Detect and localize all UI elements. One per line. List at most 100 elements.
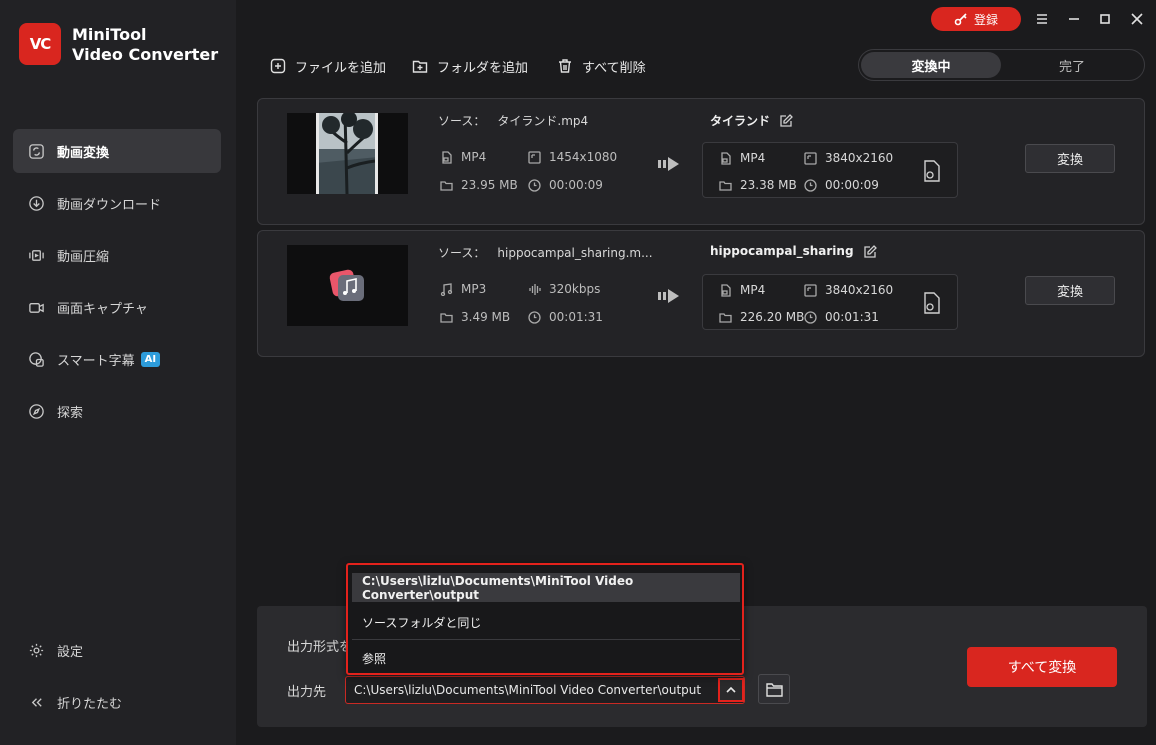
output-resolution-value: 3840x2160	[825, 283, 894, 297]
source-duration: 00:00:09	[528, 178, 603, 192]
register-button[interactable]: 登録	[931, 7, 1021, 31]
open-folder-button[interactable]	[758, 674, 790, 704]
dropdown-option-browse[interactable]: 参照	[352, 644, 740, 673]
download-icon	[27, 194, 45, 212]
app-name: MiniTool Video Converter	[72, 25, 218, 65]
folder-icon	[440, 312, 453, 323]
add-file-label: ファイルを追加	[295, 60, 387, 76]
add-folder-label: フォルダを追加	[437, 60, 529, 76]
trash-icon	[559, 59, 571, 73]
video-file-icon	[442, 150, 452, 164]
music-note-icon	[440, 282, 453, 296]
source-bitrate: 320kbps	[528, 282, 600, 296]
folder-icon	[719, 312, 732, 323]
source-resolution-value: 1454x1080	[549, 150, 618, 164]
add-file-button[interactable]: ファイルを追加	[270, 56, 386, 76]
dropdown-option-same-as-source[interactable]: ソースフォルダと同じ	[352, 608, 740, 637]
output-path-select[interactable]: C:\Users\lizlu\Documents\MiniTool Video …	[345, 676, 745, 704]
add-folder-button[interactable]: フォルダを追加	[412, 56, 528, 76]
menu-button[interactable]	[1033, 10, 1051, 28]
output-resolution: 3840x2160	[804, 283, 893, 297]
source-label: ソース：	[438, 114, 486, 128]
clock-icon	[804, 310, 817, 324]
compress-icon	[27, 246, 45, 264]
source-bitrate-value: 320kbps	[549, 282, 601, 296]
output-settings[interactable]: MP4 3840x2160 23.38 MB 00:00:09	[702, 142, 958, 198]
camera-icon	[27, 298, 45, 316]
minimize-icon	[1069, 18, 1079, 20]
output-settings[interactable]: MP4 3840x2160 226.20 MB 00:01:31	[702, 274, 958, 330]
convert-all-button[interactable]: すべて変換	[967, 647, 1117, 687]
collapse-button[interactable]: 折りたたむ	[13, 680, 221, 724]
sidebar-item-label: スマート字幕	[57, 353, 135, 369]
sidebar-item-explore[interactable]: 探索	[13, 389, 221, 433]
sidebar-item-video-download[interactable]: 動画ダウンロード	[13, 181, 221, 225]
clock-icon	[528, 310, 541, 324]
settings-button[interactable]: 設定	[13, 628, 221, 672]
gear-icon	[27, 641, 45, 659]
audio-thumbnail[interactable]	[287, 245, 408, 326]
convert-button[interactable]: 変換	[1025, 276, 1115, 305]
output-resolution: 3840x2160	[804, 151, 893, 165]
source-format: MP4	[440, 150, 486, 164]
video-file-icon	[721, 283, 731, 297]
source-name: ソース： タイランド.mp4	[438, 112, 588, 129]
video-thumbnail[interactable]	[287, 113, 408, 194]
file-card: ソース： タイランド.mp4 MP4 1454x1080 23.95 MB 00:…	[257, 98, 1145, 225]
resolution-icon	[528, 150, 541, 164]
maximize-icon	[1100, 14, 1110, 24]
output-size: 226.20 MB	[719, 310, 804, 324]
dropdown-option-default-path[interactable]: C:\Users\lizlu\Documents\MiniTool Video …	[352, 573, 740, 602]
arrow-right-icon	[658, 289, 679, 303]
output-title: タイランド	[710, 112, 793, 129]
plus-square-icon	[270, 58, 286, 74]
dropdown-divider	[352, 639, 740, 640]
source-label: ソース：	[438, 246, 486, 260]
output-size-value: 23.38 MB	[740, 178, 797, 192]
sidebar-item-label: 動画圧縮	[57, 249, 110, 265]
source-duration-value: 00:00:09	[549, 178, 603, 192]
sidebar-item-video-compress[interactable]: 動画圧縮	[13, 233, 221, 277]
edit-icon[interactable]	[780, 114, 793, 127]
convert-icon	[27, 142, 45, 160]
source-size: 3.49 MB	[440, 310, 510, 324]
edit-icon[interactable]	[863, 244, 877, 258]
output-path-dropdown-toggle[interactable]	[718, 678, 744, 702]
source-size-value: 23.95 MB	[461, 178, 518, 192]
output-duration-value: 00:00:09	[825, 178, 879, 192]
resolution-icon	[804, 283, 817, 297]
app-name-line1: MiniTool	[72, 25, 147, 44]
output-duration: 00:00:09	[804, 178, 879, 192]
tab-converting[interactable]: 変換中	[861, 52, 1001, 78]
minimize-button[interactable]	[1065, 10, 1083, 28]
maximize-button[interactable]	[1096, 10, 1114, 28]
sidebar-item-video-convert[interactable]: 動画変換	[13, 129, 221, 173]
source-size-value: 3.49 MB	[461, 310, 511, 324]
hamburger-icon	[1037, 14, 1047, 24]
source-format-value: MP4	[461, 150, 487, 164]
output-title: hippocampal_sharing	[710, 244, 877, 258]
output-title-text: hippocampal_sharing	[710, 244, 854, 258]
sidebar-item-screen-capture[interactable]: 画面キャプチャ	[13, 285, 221, 329]
source-filename: hippocampal_sharing.m...	[497, 246, 653, 260]
clock-icon	[804, 178, 817, 192]
double-chevron-left-icon	[27, 693, 45, 711]
output-size-value: 226.20 MB	[740, 310, 805, 324]
convert-button[interactable]: 変換	[1025, 144, 1115, 173]
app-name-line2: Video Converter	[72, 45, 219, 64]
source-size: 23.95 MB	[440, 178, 518, 192]
output-format: MP4	[719, 283, 765, 297]
output-size: 23.38 MB	[719, 178, 797, 192]
folder-plus-icon	[412, 60, 428, 73]
ai-badge: AI	[140, 351, 161, 367]
close-button[interactable]	[1128, 10, 1146, 28]
sidebar-item-smart-subtitle[interactable]: スマート字幕 AI	[13, 337, 221, 381]
delete-all-button[interactable]: すべて削除	[557, 56, 646, 76]
file-settings-icon[interactable]	[921, 291, 943, 315]
resolution-icon	[804, 151, 817, 165]
clock-icon	[528, 178, 541, 192]
app-logo: VC	[19, 23, 61, 65]
file-settings-icon[interactable]	[921, 159, 943, 183]
folder-icon	[440, 180, 453, 191]
tab-done[interactable]: 完了	[1002, 52, 1142, 78]
